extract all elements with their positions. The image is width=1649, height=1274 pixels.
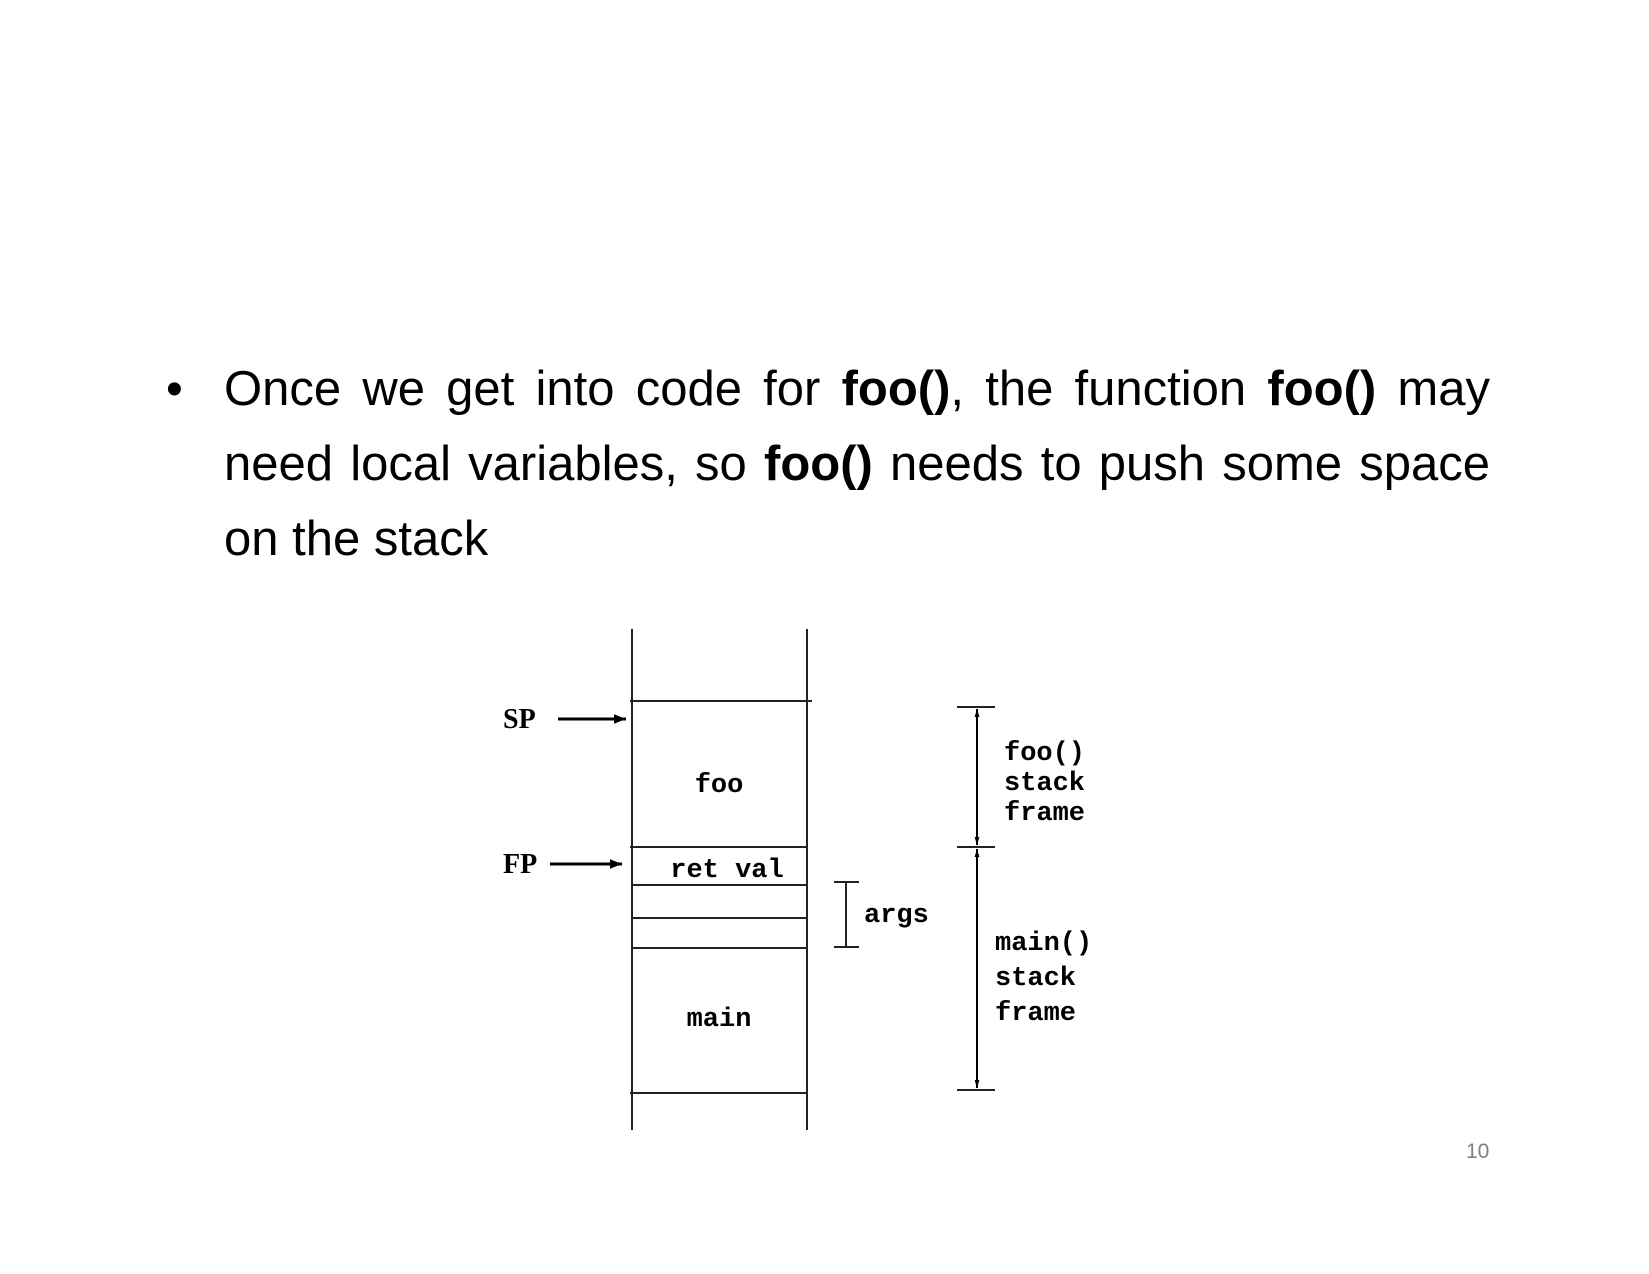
fp-label: FP	[503, 849, 537, 880]
main-frame-label: main()	[995, 929, 1092, 959]
args-label: args	[864, 901, 929, 931]
main-frame-label: frame	[995, 999, 1076, 1029]
main-frame-label: stack	[995, 964, 1076, 994]
main-cell-label: main	[687, 1005, 752, 1035]
ret-val-cell-label: ret val	[670, 856, 783, 886]
stack-diagram: SP FP foo ret val main args foo() stack …	[503, 629, 1092, 1130]
foo-frame-label: frame	[1004, 799, 1085, 829]
sp-label: SP	[503, 704, 536, 735]
foo-cell-label: foo	[695, 771, 744, 801]
foo-frame-label: foo()	[1004, 739, 1085, 769]
page-number: 10	[1466, 1140, 1490, 1163]
foo-frame-label: stack	[1004, 769, 1085, 799]
